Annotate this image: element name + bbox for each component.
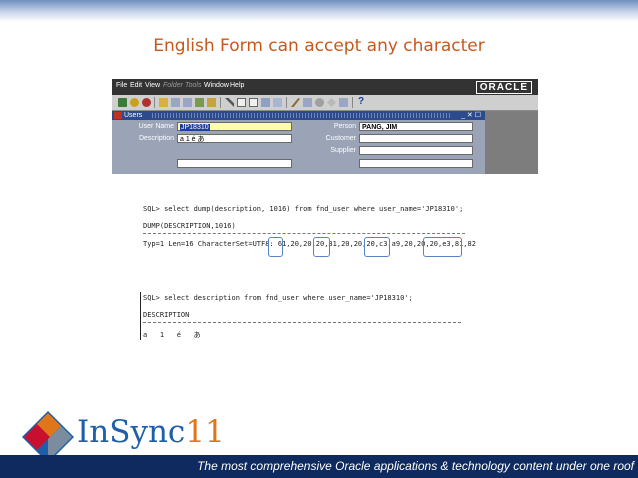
toolbar: ? [112, 95, 538, 111]
edit-pencil-icon[interactable] [291, 98, 300, 107]
user-name-value: JP18310 [180, 124, 210, 131]
title-bar-hatch [152, 113, 452, 118]
supplier-field[interactable] [359, 146, 473, 155]
cut-icon[interactable] [225, 98, 234, 107]
users-form-body: User Name JP18310 Description a 1 é あ Pe… [112, 120, 485, 174]
menu-help[interactable]: Help [230, 82, 244, 89]
customer-field[interactable] [359, 134, 473, 143]
diamond-icon[interactable] [327, 98, 336, 107]
menu-file[interactable]: File [116, 82, 127, 89]
blank-field[interactable] [177, 159, 292, 168]
window-title: Users [124, 112, 143, 119]
new-icon[interactable] [159, 98, 168, 107]
copy-icon[interactable] [237, 98, 246, 107]
logo-text-number: 11 [185, 414, 225, 450]
paste-icon[interactable] [249, 98, 258, 107]
sql2-divider [143, 322, 461, 323]
close-form-icon[interactable] [142, 98, 151, 107]
attachment-icon[interactable] [195, 98, 204, 107]
navigator-icon[interactable] [130, 98, 139, 107]
toolbar-separator [154, 97, 155, 108]
clear-icon[interactable] [261, 98, 270, 107]
right-panel [485, 111, 538, 174]
window-icon [114, 112, 122, 119]
person-label: Person [333, 123, 356, 130]
delete-icon[interactable] [273, 98, 282, 107]
supplier-label: Supplier [330, 147, 356, 154]
footer-bar: The most comprehensive Oracle applicatio… [0, 455, 638, 478]
zoom-icon[interactable] [303, 98, 312, 107]
find-icon[interactable] [171, 98, 180, 107]
text-cursor [140, 292, 141, 340]
email-field[interactable] [359, 159, 473, 168]
person-field[interactable]: PANG, JIM [359, 122, 473, 131]
insync-logo-text: InSync11 [77, 414, 225, 450]
sql1-result-prefix: Typ=1 Len=16 CharacterSet=UTF8: [143, 240, 278, 248]
folder-icon[interactable] [207, 98, 216, 107]
oracle-logo: ORACLE [475, 81, 532, 94]
description-field[interactable]: a 1 é あ [177, 134, 292, 143]
toolbar-separator [286, 97, 287, 108]
description-label: Description [138, 135, 174, 142]
menu-folder[interactable]: Folder [163, 82, 183, 89]
user-name-label: User Name [138, 123, 174, 130]
save-icon[interactable] [118, 98, 127, 107]
byte-highlight-1 [313, 237, 330, 257]
window-controls-icon[interactable]: _ ✕ ☐ [461, 111, 481, 120]
sql1-header: DUMP(DESCRIPTION,1016) [143, 222, 236, 230]
translations-icon[interactable] [315, 98, 324, 107]
customer-label: Customer [325, 135, 356, 142]
sql2-header: DESCRIPTION [143, 311, 190, 319]
menu-view[interactable]: View [145, 82, 160, 89]
user-name-field[interactable]: JP18310 [177, 122, 292, 131]
menu-window[interactable]: Window [204, 82, 229, 89]
slide-title: English Form can accept any character [153, 36, 485, 56]
menu-edit[interactable]: Edit [130, 82, 142, 89]
footer-tagline: The most comprehensive Oracle applicatio… [197, 459, 634, 473]
byte-highlight-a [268, 237, 283, 257]
sql1-query: SQL> select dump(description, 1016) from… [143, 205, 464, 213]
toolbar-separator [220, 97, 221, 108]
oracle-forms-screenshot: File Edit View Folder Tools Window Help … [112, 79, 538, 174]
byte-highlight-e-acute [364, 237, 390, 257]
sql2-query: SQL> select description from fnd_user wh… [143, 294, 413, 302]
help-icon[interactable]: ? [358, 96, 364, 107]
toolbar-separator [352, 97, 353, 108]
menu-tools[interactable]: Tools [185, 82, 201, 89]
sql2-result: a 1 é あ [143, 331, 201, 339]
folder-tools-icon[interactable] [339, 98, 348, 107]
menu-bar: File Edit View Folder Tools Window Help … [112, 79, 538, 95]
top-gradient-band [0, 0, 638, 22]
record-icon[interactable] [183, 98, 192, 107]
byte-highlight-hiragana [423, 237, 462, 257]
logo-text-main: InSync [77, 414, 186, 450]
window-title-bar: Users _ ✕ ☐ [112, 111, 485, 120]
sql1-divider [143, 233, 465, 234]
